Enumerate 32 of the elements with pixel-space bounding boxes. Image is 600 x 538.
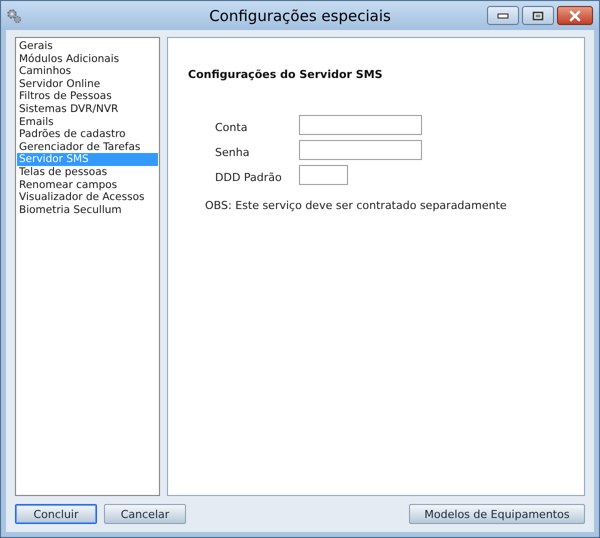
settings-list-item[interactable]: Renomear campos [17, 178, 158, 192]
note-text: OBS: Este serviço deve ser contratado separadamente [205, 199, 508, 212]
settings-list-item[interactable]: Gerais [17, 40, 158, 53]
section-heading: Configurações do Servidor SMS [188, 68, 384, 81]
window-title: Configurações especiais [209, 6, 391, 24]
minimize-button[interactable] [487, 6, 519, 25]
maximize-button[interactable] [522, 6, 554, 25]
close-button[interactable] [557, 6, 593, 25]
dialog-button[interactable]: Cancelar [104, 504, 186, 524]
settings-list-item[interactable]: Módulos Adicionais [17, 52, 158, 66]
input-field[interactable] [299, 165, 348, 185]
close-icon [568, 10, 582, 22]
gears-icon [6, 8, 22, 24]
settings-list-item[interactable]: Visualizador de Acessos [17, 191, 158, 204]
settings-list-item[interactable]: Gerenciador de Tarefas [17, 140, 158, 154]
settings-list-item[interactable]: Biometria Secullum [17, 204, 158, 216]
field-label: DDD Padrão [215, 171, 283, 185]
settings-list-item[interactable]: Emails [17, 116, 158, 128]
equipment-models-button[interactable]: Modelos de Equipamentos [409, 504, 585, 524]
input-field[interactable] [299, 140, 422, 160]
maximize-icon [532, 10, 544, 20]
settings-list-item[interactable]: Filtros de Pessoas [17, 90, 158, 103]
settings-list-item[interactable]: Padrões de cadastro [17, 128, 158, 141]
settings-list-item[interactable]: Servidor Online [17, 78, 158, 90]
minimize-icon [497, 12, 509, 18]
input-field[interactable] [299, 115, 422, 135]
dialog-button[interactable]: Concluir [15, 504, 97, 524]
settings-list-item[interactable]: Sistemas DVR/NVR [17, 102, 158, 116]
settings-list-item[interactable]: Telas de pessoas [17, 166, 158, 179]
field-label: Senha [215, 146, 250, 160]
field-label: Conta [215, 121, 248, 135]
settings-list-item[interactable]: Caminhos [17, 65, 158, 78]
